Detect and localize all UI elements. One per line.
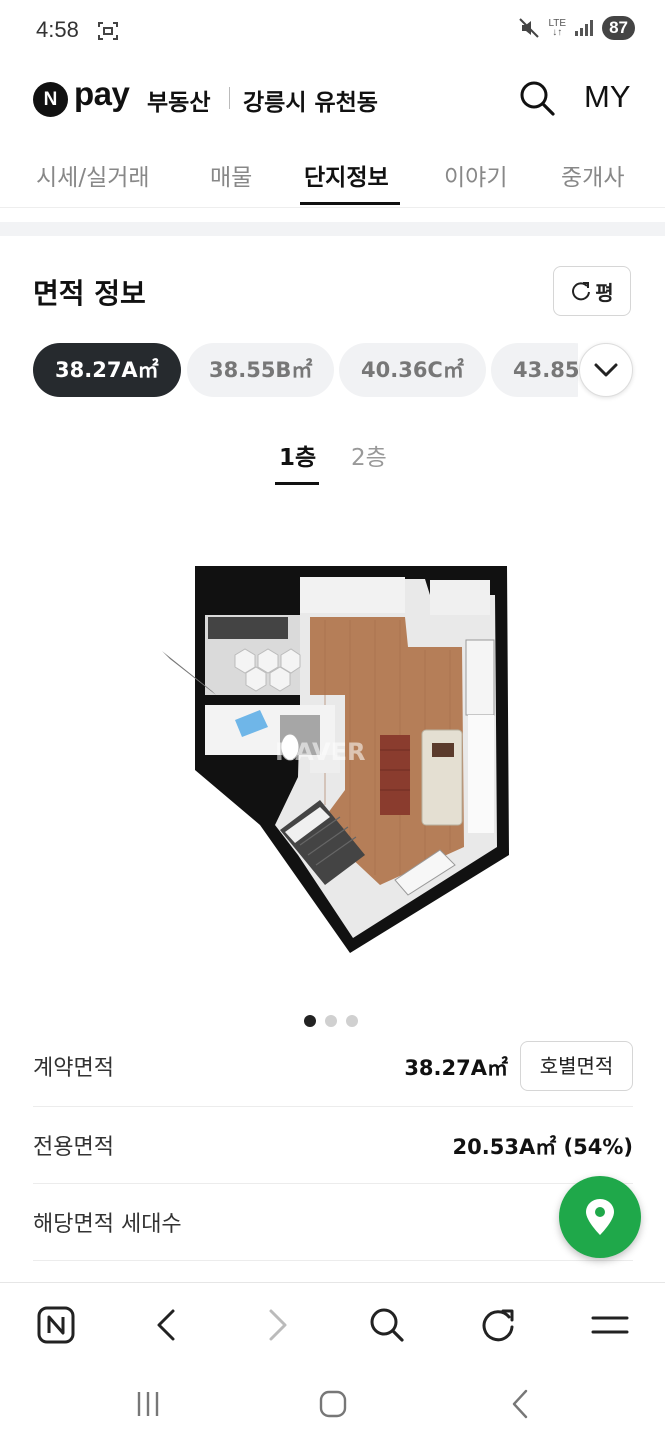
- tab-price[interactable]: 시세/실거래: [36, 158, 150, 192]
- section-divider: [0, 222, 665, 236]
- header-divider: [229, 87, 230, 109]
- search-icon: [370, 1308, 404, 1342]
- row-label: 계약면적: [33, 1056, 114, 1081]
- image-pagination: [304, 1015, 358, 1027]
- search-icon: [520, 81, 555, 116]
- browser-toolbar: [0, 1282, 665, 1366]
- forward-button[interactable]: [256, 1303, 300, 1347]
- info-row-contract-area: 계약면적 38.27A㎡ 호별면적: [33, 1030, 633, 1107]
- watermark-text: NAVER: [275, 738, 365, 766]
- naver-logo[interactable]: N: [33, 82, 68, 117]
- row-value: 20.53A㎡ (54%): [452, 1135, 633, 1159]
- area-chip-list: 38.27A㎡ 38.55B㎡ 40.36C㎡ 43.85: [33, 343, 578, 397]
- naver-home-icon: [37, 1306, 75, 1344]
- unit-area-button[interactable]: 호별면적: [520, 1041, 633, 1091]
- tab-complex-info[interactable]: 단지정보: [304, 158, 389, 192]
- map-button[interactable]: [559, 1176, 641, 1258]
- row-value: 38.27A㎡: [404, 1056, 508, 1080]
- back-icon: [512, 1389, 528, 1419]
- back-icon: [157, 1309, 175, 1341]
- area-chip[interactable]: 43.85: [491, 343, 578, 397]
- info-row-households: 해당면적 세대수: [33, 1184, 633, 1261]
- area-chip[interactable]: 40.36C㎡: [339, 343, 486, 397]
- area-chip-selected[interactable]: 38.27A㎡: [33, 343, 181, 397]
- floor-plan-image[interactable]: NAVER: [150, 555, 520, 965]
- signal-icon: [575, 20, 594, 36]
- forward-icon: [269, 1309, 287, 1341]
- section-title: 면적 정보: [33, 277, 146, 310]
- row-label: 전용면적: [33, 1135, 114, 1160]
- location-title[interactable]: 강릉시 유천동: [243, 83, 378, 117]
- active-tab-indicator: [300, 202, 400, 205]
- battery-indicator: 87: [602, 16, 635, 40]
- floor-tab-indicator: [275, 482, 319, 485]
- refresh-small-icon: [572, 282, 591, 301]
- row-label: 해당면적 세대수: [33, 1212, 182, 1237]
- tab-agents[interactable]: 중개사: [561, 158, 624, 192]
- system-nav-bar: [0, 1366, 665, 1440]
- map-pin-icon: [586, 1199, 614, 1235]
- home-icon: [319, 1390, 347, 1418]
- chevron-down-icon: [594, 363, 618, 377]
- system-back-button[interactable]: [500, 1384, 540, 1424]
- my-button[interactable]: MY: [584, 79, 631, 115]
- search-button[interactable]: [518, 78, 556, 118]
- recent-apps-icon: [137, 1392, 159, 1416]
- tab-stories[interactable]: 이야기: [444, 158, 507, 192]
- status-bar: 4:58 LTE ↓↑ 87: [0, 0, 665, 62]
- status-time: 4:58: [36, 17, 79, 42]
- tab-listings[interactable]: 매물: [210, 158, 252, 192]
- screen-record-icon: [98, 22, 118, 40]
- page-dot-active[interactable]: [304, 1015, 316, 1027]
- recent-apps-button[interactable]: [128, 1384, 168, 1424]
- network-indicator: LTE ↓↑: [548, 18, 567, 38]
- naver-home-button[interactable]: [34, 1303, 78, 1347]
- back-button[interactable]: [144, 1303, 188, 1347]
- area-chip[interactable]: 38.55B㎡: [187, 343, 335, 397]
- mute-icon: [519, 18, 540, 38]
- main-tabs: 시세/실거래 매물 단지정보 이야기 중개사: [0, 134, 665, 208]
- floor-tab-1[interactable]: 1층: [279, 438, 316, 472]
- page-dot[interactable]: [325, 1015, 337, 1027]
- app-header: N pay 부동산 강릉시 유천동 MY: [0, 62, 665, 134]
- home-button[interactable]: [313, 1384, 353, 1424]
- floor-tab-2[interactable]: 2층: [351, 438, 387, 472]
- unit-toggle-label: 평: [595, 282, 614, 305]
- info-row-exclusive-area: 전용면적 20.53A㎡ (54%): [33, 1107, 633, 1184]
- area-expand-button[interactable]: [579, 343, 633, 397]
- unit-toggle-button[interactable]: 평: [553, 266, 631, 316]
- menu-icon: [591, 1316, 629, 1334]
- toolbar-search-button[interactable]: [365, 1303, 409, 1347]
- refresh-icon: [482, 1309, 514, 1342]
- page-dot[interactable]: [346, 1015, 358, 1027]
- reload-button[interactable]: [476, 1303, 520, 1347]
- menu-button[interactable]: [588, 1303, 632, 1347]
- pay-logo[interactable]: pay: [74, 75, 130, 113]
- service-name[interactable]: 부동산: [147, 83, 210, 117]
